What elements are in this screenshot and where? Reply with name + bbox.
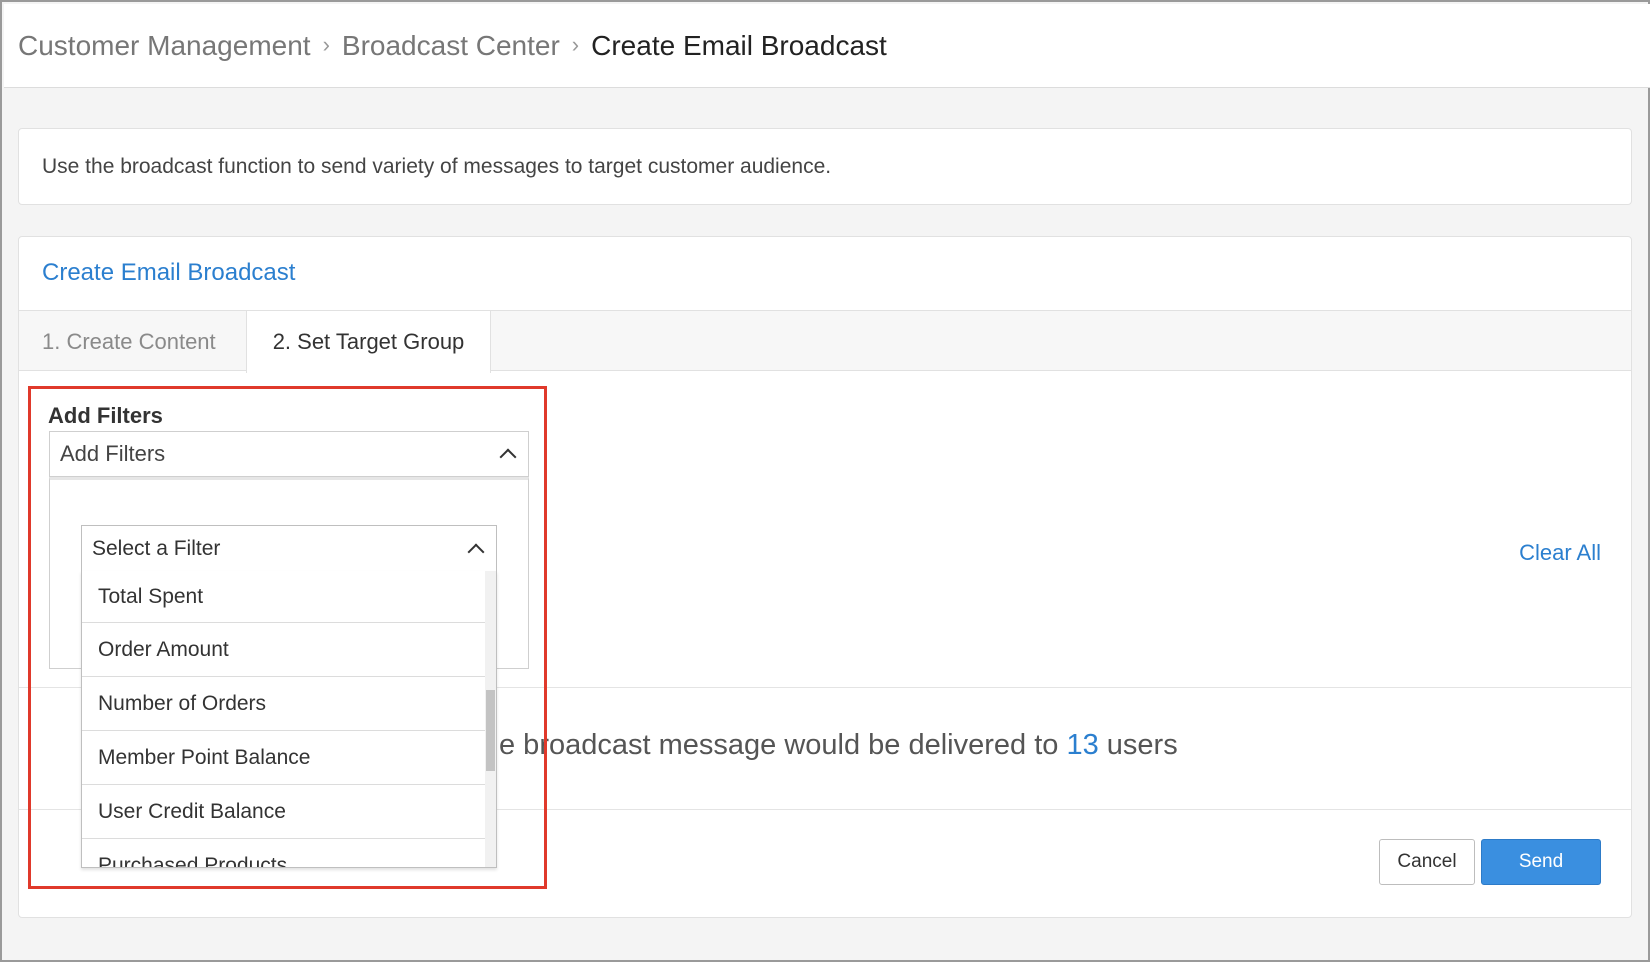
filter-option-total-spent[interactable]: Total Spent (82, 571, 486, 623)
step-tabs: 1. Create Content 2. Set Target Group (19, 310, 1631, 373)
chevron-up-icon (499, 448, 517, 466)
dropdown-scrollbar[interactable] (485, 571, 496, 867)
filter-option-number-of-orders[interactable]: Number of Orders (82, 677, 486, 731)
select-filter-dropdown[interactable]: Select a Filter (81, 525, 497, 572)
breadcrumb: Customer Management › Broadcast Center ›… (4, 4, 1650, 88)
filter-options: Total Spent Order Amount Number of Order… (82, 571, 486, 868)
filter-option-user-credit-balance[interactable]: User Credit Balance (82, 785, 486, 839)
info-banner: Use the broadcast function to send varie… (18, 128, 1632, 205)
send-button[interactable]: Send (1481, 839, 1601, 885)
add-filters-select[interactable]: Add Filters (49, 431, 529, 477)
filter-option-purchased-products[interactable]: Purchased Products (82, 839, 486, 868)
add-filters-label: Add Filters (48, 403, 163, 428)
cancel-button[interactable]: Cancel (1379, 839, 1475, 885)
info-text: Use the broadcast function to send varie… (42, 154, 832, 178)
select-filter-placeholder: Select a Filter (92, 536, 221, 560)
breadcrumb-current-page: Create Email Broadcast (591, 29, 887, 61)
delivery-user-count[interactable]: 13 (1066, 729, 1098, 761)
filter-options-list: Total Spent Order Amount Number of Order… (81, 571, 497, 868)
chevron-up-icon (467, 543, 485, 560)
dropdown-scrollbar-thumb[interactable] (486, 690, 495, 771)
filter-option-order-amount[interactable]: Order Amount (82, 623, 486, 677)
tab-set-target-group[interactable]: 2. Set Target Group (246, 311, 491, 373)
filter-option-member-point-balance[interactable]: Member Point Balance (82, 731, 486, 785)
chevron-right-icon: › (322, 31, 330, 57)
tab-create-content[interactable]: 1. Create Content (42, 311, 216, 372)
clear-all-link[interactable]: Clear All (1519, 540, 1601, 566)
delivery-summary: e broadcast message would be delivered t… (499, 729, 1178, 762)
breadcrumb-customer-management[interactable]: Customer Management (18, 30, 311, 62)
add-filters-select-value: Add Filters (60, 441, 166, 466)
delivery-suffix: users (1106, 729, 1178, 761)
window-frame: Customer Management › Broadcast Center ›… (0, 0, 1650, 962)
chevron-right-icon: › (571, 31, 580, 57)
delivery-prefix: e broadcast message would be delivered t… (499, 729, 1059, 761)
breadcrumb-broadcast-center[interactable]: Broadcast Center (342, 30, 560, 62)
card-title: Create Email Broadcast (42, 259, 296, 286)
